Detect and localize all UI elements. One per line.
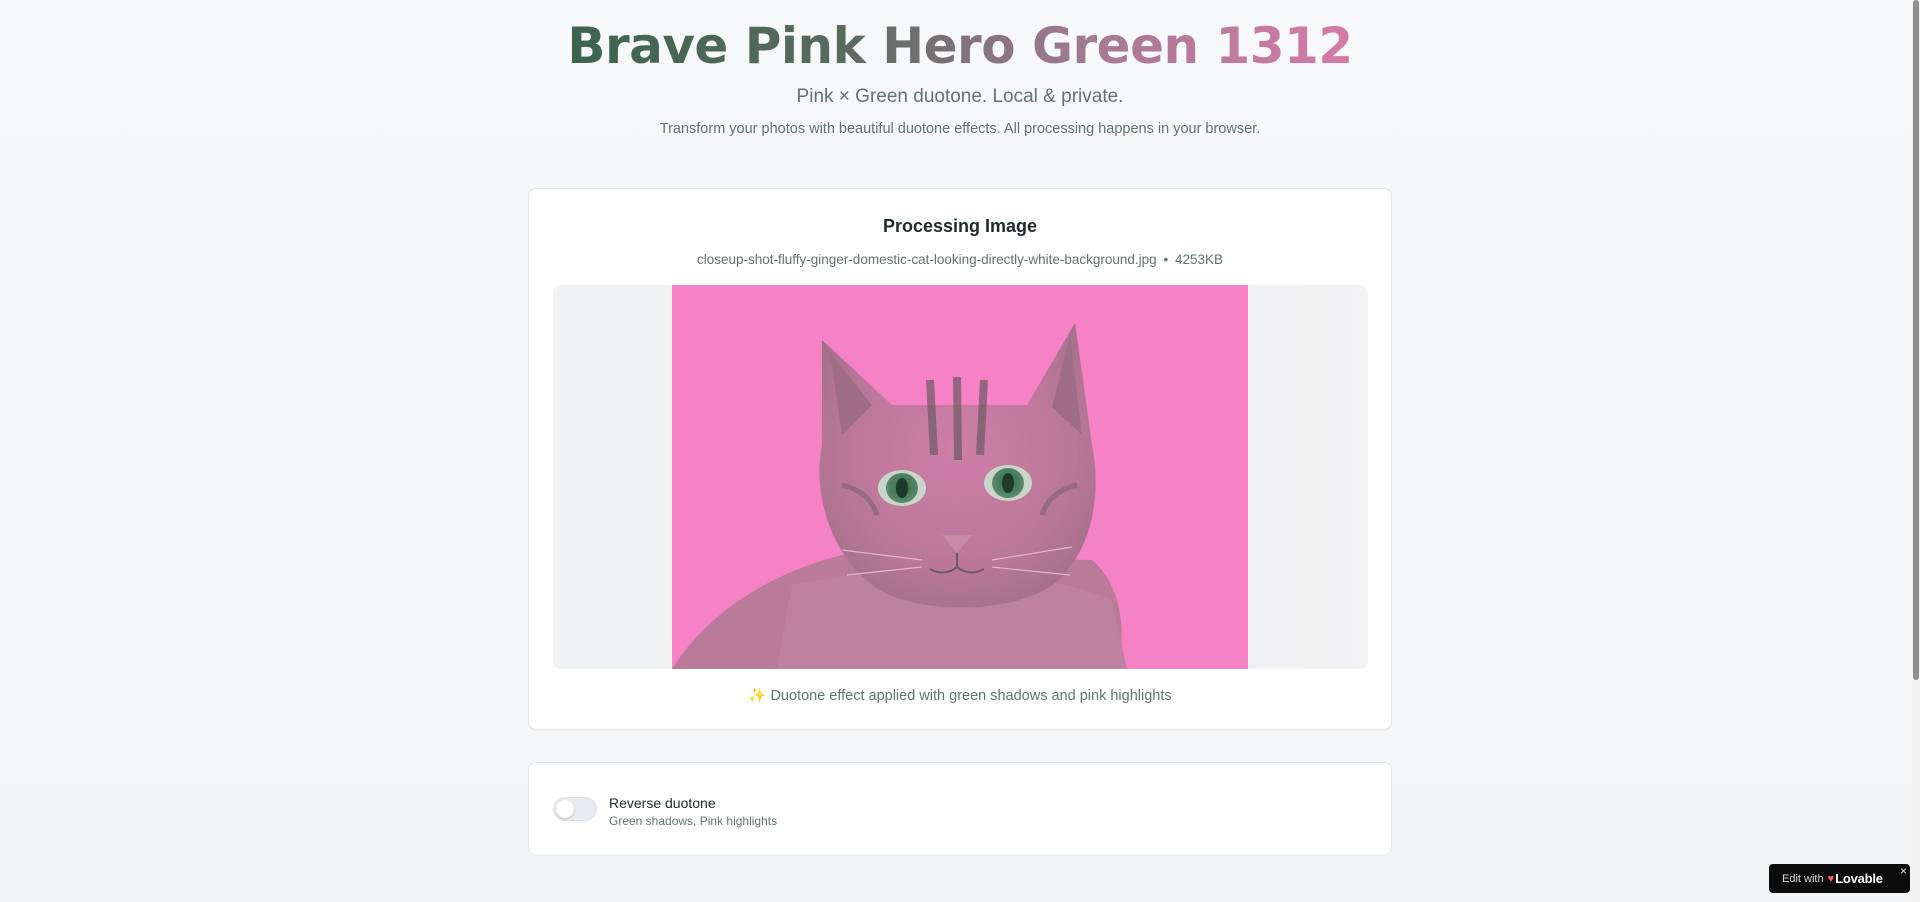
toggle-text: Reverse duotone Green shadows, Pink high… <box>609 795 777 828</box>
image-preview-area <box>553 285 1368 669</box>
app-tagline: Pink × Green duotone. Local & private. <box>796 86 1124 107</box>
app-title: Brave Pink Hero Green 1312 <box>567 17 1353 75</box>
page-scrollbar[interactable] <box>1912 0 1920 902</box>
effect-caption: ✨ Duotone effect applied with green shado… <box>529 687 1391 704</box>
reverse-duotone-toggle[interactable] <box>553 797 597 821</box>
cat-image <box>672 323 1127 669</box>
processing-title: Processing Image <box>882 216 1038 236</box>
file-info: closeup-shot-fluffy-ginger-domestic-cat-… <box>529 252 1391 267</box>
badge-prefix: Edit with <box>1782 872 1824 885</box>
page-header: Brave Pink Hero Green 1312 Pink × Green … <box>0 0 1920 137</box>
duotone-preview-image <box>672 285 1248 669</box>
badge-brand: Lovable <box>1835 871 1883 886</box>
file-name: closeup-shot-fluffy-ginger-domestic-cat-… <box>696 252 1157 267</box>
sparkle-icon: ✨ <box>748 688 767 704</box>
toggle-knob <box>556 800 574 818</box>
processing-card: Processing Image closeup-shot-fluffy-gin… <box>528 188 1392 730</box>
heart-icon: ♥ <box>1827 872 1835 885</box>
app-description: Transform your photos with beautiful duo… <box>659 121 1261 137</box>
effect-caption-text: Duotone effect applied with green shadow… <box>770 688 1172 704</box>
toggle-hint: Green shadows, Pink highlights <box>609 814 778 828</box>
edit-with-lovable-badge[interactable]: Edit with ♥ Lovable × <box>1769 864 1910 893</box>
file-size: 4253KB <box>1174 252 1224 267</box>
scrollbar-thumb[interactable] <box>1913 0 1919 680</box>
close-icon[interactable]: × <box>1900 864 1907 878</box>
settings-card: Reverse duotone Green shadows, Pink high… <box>528 762 1392 856</box>
file-info-separator: • <box>1163 252 1169 267</box>
toggle-label: Reverse duotone <box>609 795 716 811</box>
